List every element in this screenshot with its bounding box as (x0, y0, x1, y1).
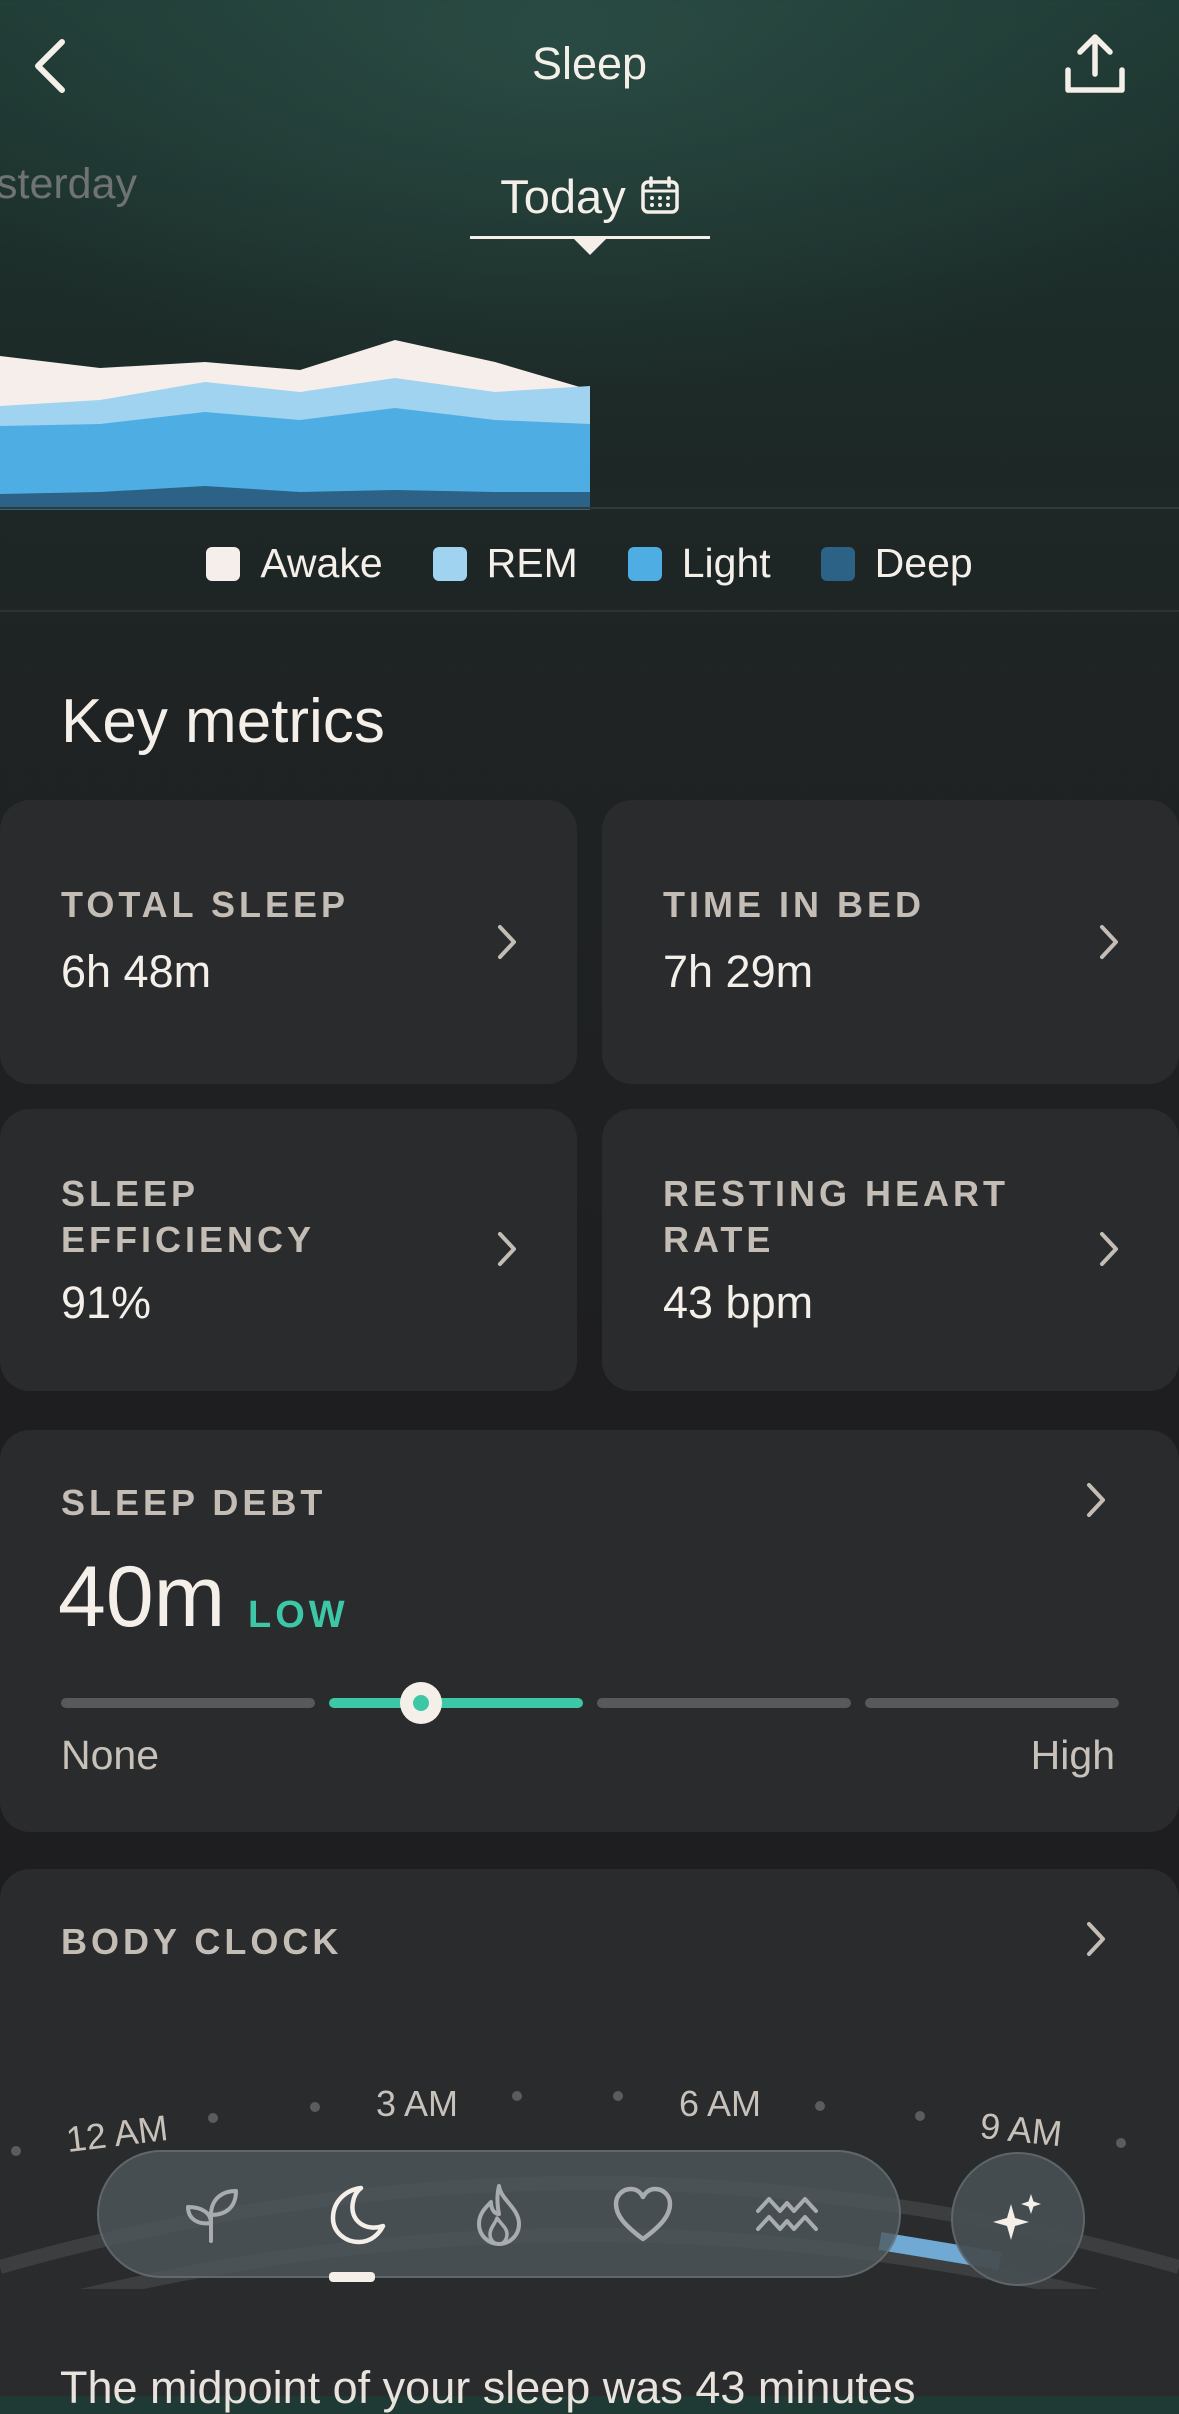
waves-icon (756, 2197, 818, 2231)
sleep-stage-chart (0, 340, 590, 510)
chevron-right-icon (487, 1229, 527, 1269)
metric-label: TIME IN BED (663, 884, 926, 925)
metric-label: TOTAL SLEEP (61, 884, 350, 925)
clock-label-9am: 9 AM (978, 2104, 1065, 2155)
metric-label: RESTING HEART RATE (663, 1173, 1010, 1260)
chart-legend: Awake REM Light Deep (0, 540, 1179, 587)
debt-scale-segment-3 (597, 1698, 851, 1708)
sprout-icon (186, 2189, 238, 2243)
legend-item-light: Light (627, 540, 771, 587)
chevron-right-icon (1076, 1919, 1116, 1959)
nav-sleep[interactable] (310, 2169, 400, 2259)
nav-heart[interactable] (598, 2169, 688, 2259)
nav-active-indicator (329, 2272, 375, 2282)
debt-scale-max-label: High (1030, 1732, 1115, 1778)
metric-card-time-in-bed[interactable]: TIME IN BED 7h 29m (602, 800, 1179, 1084)
sleep-debt-level: LOW (248, 1594, 349, 1636)
sleep-debt-label: SLEEP DEBT (61, 1482, 327, 1523)
nav-stress[interactable] (742, 2169, 832, 2259)
metric-value: 7h 29m (663, 946, 814, 997)
tab-today[interactable]: Today (470, 154, 710, 238)
heart-icon (613, 2186, 673, 2242)
sleep-debt-value: 40m (58, 1549, 226, 1645)
body-clock-summary: The midpoint of your sleep was 43 minute… (60, 2362, 916, 2413)
legend-divider (0, 610, 1179, 612)
metric-value: 43 bpm (663, 1277, 814, 1328)
metric-card-resting-heart-rate[interactable]: RESTING HEART RATE 43 bpm (602, 1109, 1179, 1391)
debt-scale-segment-2 (329, 1698, 583, 1708)
metric-value: 6h 48m (61, 946, 212, 997)
debt-scale-min-label: None (61, 1732, 160, 1778)
legend-swatch-light (627, 546, 662, 581)
chevron-right-icon (1076, 1480, 1116, 1520)
metric-label: SLEEP EFFICIENCY (61, 1173, 316, 1260)
legend-label: Light (681, 540, 771, 586)
chevron-right-icon (1089, 1229, 1129, 1269)
nav-home[interactable] (166, 2169, 256, 2259)
debt-scale-segment-4 (865, 1698, 1119, 1708)
legend-item-awake: Awake (206, 540, 383, 587)
flame-icon (477, 2184, 521, 2246)
tab-today-label: Today (500, 169, 626, 223)
legend-item-rem: REM (432, 540, 578, 587)
share-button[interactable] (1058, 28, 1132, 102)
legend-item-deep: Deep (820, 540, 973, 587)
legend-swatch-deep (820, 546, 855, 581)
chevron-right-icon (1089, 922, 1129, 962)
bottom-nav (97, 2150, 901, 2278)
chart-baseline (0, 507, 1179, 509)
assistant-button[interactable] (951, 2152, 1085, 2286)
nav-activity[interactable] (454, 2169, 544, 2259)
debt-level-marker-dot (412, 1695, 429, 1711)
metric-card-total-sleep[interactable]: TOTAL SLEEP 6h 48m (0, 800, 577, 1084)
chevron-right-icon (487, 922, 527, 962)
sparkle-icon (993, 2194, 1041, 2240)
legend-label: REM (486, 540, 578, 586)
legend-swatch-awake (206, 546, 241, 581)
tab-caret (573, 238, 607, 255)
key-metrics-title: Key metrics (61, 687, 385, 756)
body-clock-card[interactable]: BODY CLOCK 12 AM 3 AM 6 AM 9 AM (0, 1869, 1179, 2396)
legend-swatch-rem (432, 546, 467, 581)
sleep-debt-card[interactable]: SLEEP DEBT 40m LOW None High (0, 1430, 1179, 1832)
debt-level-marker (399, 1682, 442, 1724)
clock-label-6am: 6 AM (679, 2083, 762, 2124)
moon-icon (330, 2185, 386, 2245)
metric-card-sleep-efficiency[interactable]: SLEEP EFFICIENCY 91% (0, 1109, 577, 1391)
page-title: Sleep (531, 38, 648, 89)
clock-label-3am: 3 AM (376, 2083, 459, 2124)
metric-value: 91% (61, 1277, 152, 1328)
tab-yesterday[interactable]: sterday (0, 160, 137, 209)
legend-label: Awake (260, 540, 383, 586)
calendar-icon[interactable] (640, 176, 680, 216)
share-icon (1065, 34, 1125, 93)
debt-scale-segment-1 (61, 1698, 315, 1708)
legend-label: Deep (874, 540, 973, 586)
body-clock-label: BODY CLOCK (61, 1921, 343, 1962)
